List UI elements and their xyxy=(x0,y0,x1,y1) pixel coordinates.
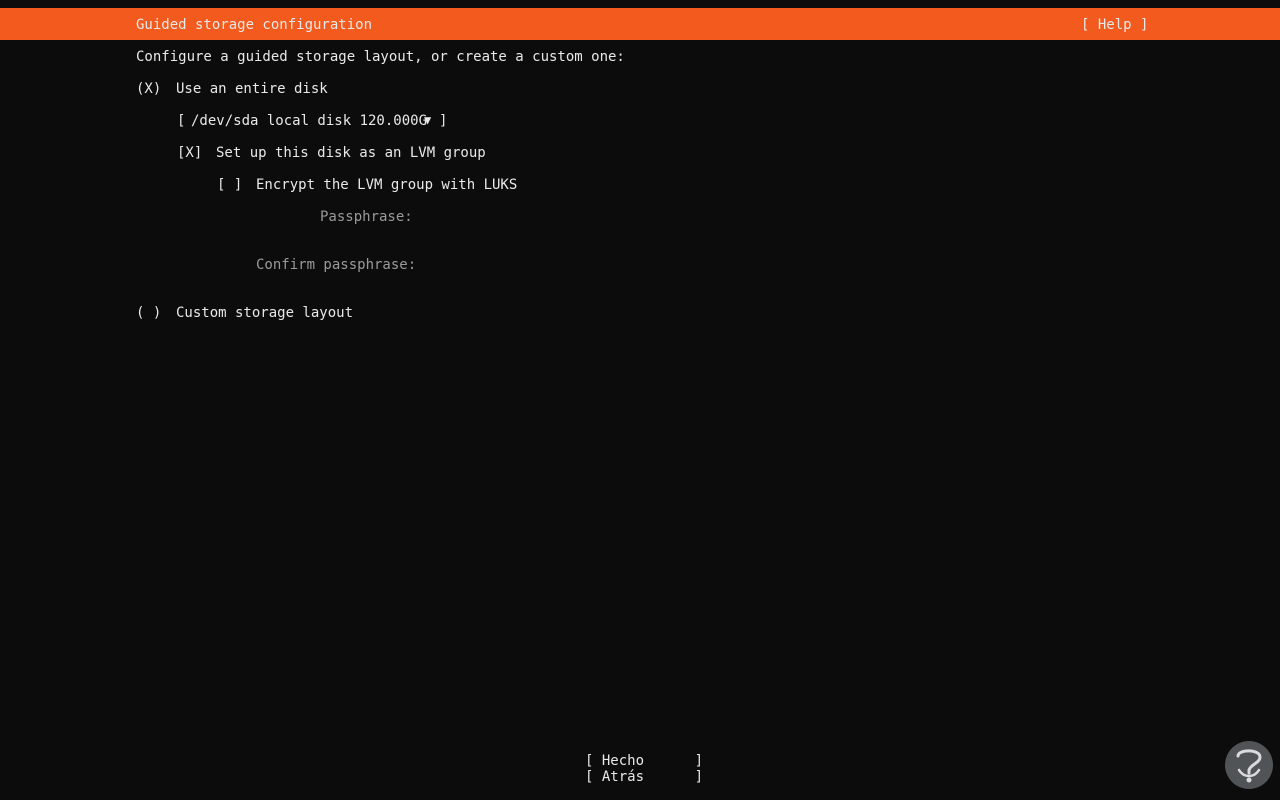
encrypt-checkbox[interactable]: [ ] xyxy=(217,177,242,193)
disk-select-close-bracket: ] xyxy=(439,113,448,129)
entire-disk-label: Use an entire disk xyxy=(176,81,328,97)
help-button[interactable]: [ Help ] xyxy=(1081,17,1148,33)
lvm-label: Set up this disk as an LVM group xyxy=(216,145,486,161)
custom-layout-radio[interactable]: ( ) xyxy=(136,305,161,321)
chevron-down-icon: ▼ xyxy=(424,113,432,127)
watermark-logo-icon xyxy=(1225,741,1273,789)
done-button[interactable]: [ Hecho ] xyxy=(585,753,703,769)
back-button[interactable]: [ Atrás ] xyxy=(585,769,703,785)
disk-select-value: /dev/sda local disk 120.000G xyxy=(191,113,428,129)
passphrase-label: Passphrase: xyxy=(320,209,413,225)
lvm-checkbox[interactable]: [X] xyxy=(177,145,202,161)
confirm-passphrase-label: Confirm passphrase: xyxy=(256,257,417,273)
disk-select-open-bracket: [ xyxy=(177,113,186,129)
custom-layout-label: Custom storage layout xyxy=(176,305,354,321)
intro-text: Configure a guided storage layout, or cr… xyxy=(136,49,625,65)
page-title: Guided storage configuration xyxy=(136,17,373,33)
encrypt-label: Encrypt the LVM group with LUKS xyxy=(256,177,518,193)
entire-disk-radio[interactable]: (X) xyxy=(136,81,161,97)
